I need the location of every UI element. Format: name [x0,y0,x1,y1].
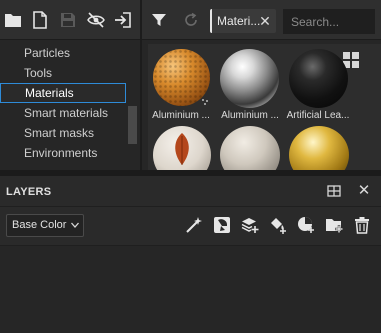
asset-label: Artificial Lea... [286,110,350,121]
category-environments[interactable]: Environments [0,143,126,163]
asset-thumbnail-artificial-leather[interactable] [289,49,348,108]
panel-title: LAYERS [6,186,52,198]
folder-icon[interactable] [2,9,24,31]
category-scrollbar[interactable] [128,40,138,170]
add-smart-material-icon[interactable] [296,215,316,235]
channel-selected-value: Base Color [12,219,67,231]
save-icon[interactable] [57,9,79,31]
add-mask-icon[interactable] [212,215,232,235]
refresh-icon[interactable] [180,9,202,31]
add-folder-icon[interactable] [324,215,344,235]
delete-icon[interactable] [352,215,372,235]
search-input[interactable] [283,9,375,34]
filter-icon[interactable] [148,9,170,31]
add-effect-icon[interactable] [184,215,204,235]
category-scrollbar-thumb[interactable] [128,106,137,144]
layer-stack-area[interactable] [0,245,381,333]
dock-icon[interactable] [327,185,341,197]
category-tools[interactable]: Tools [0,63,126,83]
asset-thumbnail-aluminium-chrome[interactable] [220,49,279,108]
active-filter-label: Materi... [217,14,261,28]
remove-filter-icon[interactable]: ✕ [256,11,274,31]
asset-label: Aluminium ... [152,110,210,121]
add-fill-layer-icon[interactable] [268,215,288,235]
close-icon[interactable]: ✕ [357,182,371,200]
import-icon[interactable] [112,9,134,31]
asset-label: Aluminium ... [221,110,279,121]
chevron-down-icon [70,219,80,229]
category-materials[interactable]: Materials [0,83,126,103]
category-smart-masks[interactable]: Smart masks [0,123,126,143]
divider [0,206,381,207]
panel-divider[interactable] [140,0,142,170]
leaf-icon [170,132,194,166]
category-smart-materials[interactable]: Smart materials [0,103,126,123]
add-layer-icon[interactable] [240,215,260,235]
new-document-icon[interactable] [29,9,51,31]
hide-icon[interactable] [85,9,107,31]
category-particles[interactable]: Particles [0,43,126,63]
loading-dots-icon [201,95,209,105]
